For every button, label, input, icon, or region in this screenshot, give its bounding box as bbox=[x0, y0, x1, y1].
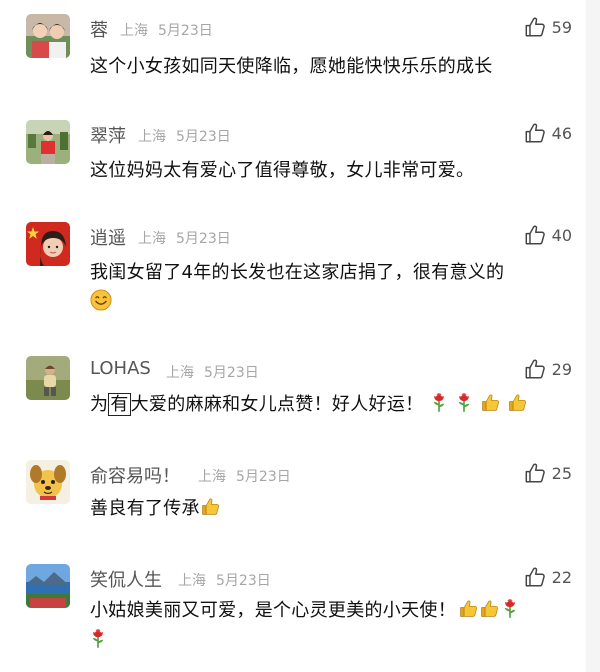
like-count: 25 bbox=[551, 463, 572, 483]
date: 5月23日 bbox=[236, 469, 291, 485]
thumbs-up-icon bbox=[524, 16, 546, 38]
rose-emoji-icon bbox=[502, 597, 518, 619]
rose-emoji-icon bbox=[431, 391, 447, 413]
boxed-character: 有 bbox=[108, 393, 131, 416]
username[interactable]: 笑侃人生 bbox=[90, 566, 162, 592]
location: 上海 bbox=[138, 129, 166, 145]
username[interactable]: 蓉 bbox=[90, 16, 108, 42]
thumbs-up-icon bbox=[524, 462, 546, 484]
thumbs-up-emoji-icon bbox=[479, 598, 500, 619]
thumbs-up-icon bbox=[524, 566, 546, 588]
like-count: 22 bbox=[551, 567, 572, 587]
comment-text: 我闺女留了4年的长发也在这家店捐了，很有意义的 bbox=[90, 258, 570, 318]
username[interactable]: 俞容易吗！ bbox=[90, 462, 180, 488]
like-button[interactable]: 22 bbox=[524, 564, 572, 590]
comment-meta: 上海 5月23日 bbox=[138, 228, 231, 248]
comment-text-first-char: 为 bbox=[90, 394, 109, 415]
like-count: 59 bbox=[551, 17, 572, 37]
comment-meta: 上海 5月23日 bbox=[166, 362, 259, 382]
comment-text-body: 大爱的麻麻和女儿点赞！好人好运！ bbox=[130, 394, 424, 415]
thumbs-up-icon bbox=[524, 358, 546, 380]
location: 上海 bbox=[178, 573, 206, 589]
comment-meta: 上海 5月23日 bbox=[138, 126, 231, 146]
comment-text: 小姑娘美丽又可爱，是个心灵更美的小天使！ bbox=[90, 596, 570, 656]
thumbs-up-emoji-icon bbox=[507, 392, 528, 413]
avatar[interactable] bbox=[26, 14, 70, 58]
date: 5月23日 bbox=[158, 23, 213, 39]
location: 上海 bbox=[120, 23, 148, 39]
comment-text: 善良有了传承 bbox=[90, 494, 570, 524]
avatar[interactable] bbox=[26, 120, 70, 164]
location: 上海 bbox=[166, 365, 194, 381]
avatar[interactable] bbox=[26, 356, 70, 400]
thumbs-up-emoji-icon bbox=[480, 392, 501, 413]
comment-text-body: 我闺女留了4年的长发也在这家店捐了，很有意义的 bbox=[90, 262, 505, 283]
avatar[interactable] bbox=[26, 460, 70, 504]
like-count: 46 bbox=[551, 123, 572, 143]
avatar[interactable] bbox=[26, 564, 70, 608]
thumbs-up-emoji-icon bbox=[200, 496, 221, 517]
like-count: 29 bbox=[551, 359, 572, 379]
avatar[interactable] bbox=[26, 222, 70, 266]
date: 5月23日 bbox=[216, 573, 271, 589]
comment-text-body: 小姑娘美丽又可爱，是个心灵更美的小天使！ bbox=[90, 600, 456, 621]
like-button[interactable]: 46 bbox=[524, 120, 572, 146]
location: 上海 bbox=[138, 231, 166, 247]
comment-text: 这个小女孩如同天使降临，愿她能快快乐乐的成长 bbox=[90, 52, 570, 82]
comment-meta: 上海 5月23日 bbox=[178, 570, 271, 590]
like-button[interactable]: 25 bbox=[524, 460, 572, 486]
thumbs-up-icon bbox=[524, 224, 546, 246]
like-button[interactable]: 59 bbox=[524, 14, 572, 40]
username[interactable]: 逍遥 bbox=[90, 224, 126, 250]
date: 5月23日 bbox=[204, 365, 259, 381]
comment-text-body: 这位妈妈太有爱心了值得尊敬，女儿非常可爱。 bbox=[90, 160, 475, 181]
like-count: 40 bbox=[551, 225, 572, 245]
comment-text-body: 这个小女孩如同天使降临，愿她能快快乐乐的成长 bbox=[90, 56, 493, 77]
comment-text: 这位妈妈太有爱心了值得尊敬，女儿非常可爱。 bbox=[90, 156, 570, 186]
thumbs-up-icon bbox=[524, 122, 546, 144]
scrollbar[interactable] bbox=[586, 0, 600, 672]
rose-emoji-icon bbox=[456, 391, 472, 413]
rose-emoji-icon bbox=[90, 627, 106, 649]
thumbs-up-emoji-icon bbox=[458, 598, 479, 619]
smile-emoji-icon bbox=[90, 289, 112, 311]
comment-text: 为有大爱的麻麻和女儿点赞！好人好运！ bbox=[90, 390, 570, 420]
like-button[interactable]: 40 bbox=[524, 222, 572, 248]
comment-text-body: 善良有了传承 bbox=[90, 498, 200, 519]
date: 5月23日 bbox=[176, 231, 231, 247]
comment-meta: 上海 5月23日 bbox=[198, 466, 291, 486]
username[interactable]: LOHAS bbox=[90, 358, 151, 379]
date: 5月23日 bbox=[176, 129, 231, 145]
username[interactable]: 翠萍 bbox=[90, 122, 126, 148]
location: 上海 bbox=[198, 469, 226, 485]
comment-meta: 上海 5月23日 bbox=[120, 20, 213, 40]
like-button[interactable]: 29 bbox=[524, 356, 572, 382]
